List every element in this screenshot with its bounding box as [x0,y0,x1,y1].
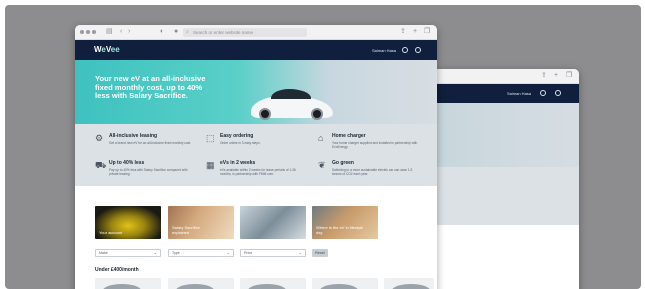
feature-title: All-inclusive leasing [109,133,158,139]
leaf-icon: ❦ [318,160,326,170]
feature-description: eVs available within 2 weeks for lease p… [220,168,296,176]
chevron-down-icon: ⌄ [298,250,302,255]
tile-salary-sacrifice-explained[interactable]: Salary Sacrifice explained [168,206,234,239]
price-filter-label: Price [244,251,253,255]
sidebar-icon[interactable]: ▤ [106,28,113,36]
features-strip: ⚙ All-inclusive leasing Get a brand new … [75,124,437,186]
site-logo[interactable]: WeVee [94,45,120,54]
new-tab-icon[interactable]: + [413,28,417,36]
close-window-button[interactable] [80,30,84,34]
minimize-window-button[interactable] [86,30,90,34]
browser-toolbar: ▤ ‹ › ◐ ● ⌕ Search or enter website name… [75,25,437,40]
globe-icon[interactable] [555,90,561,96]
hero-car-window [271,89,311,99]
share-icon[interactable]: ⇪ [400,28,406,36]
price-filter-select[interactable]: Price ⌄ [240,249,306,257]
forward-icon[interactable]: › [128,28,130,36]
car-image [392,284,430,289]
car-image [248,284,286,289]
search-icon: ⌕ [186,29,189,35]
tile-label: Salary Sacrifice explained [172,225,200,235]
type-filter-select[interactable]: Type ⌄ [168,249,234,257]
browser-window-front: ▤ ‹ › ◐ ● ⌕ Search or enter website name… [75,25,437,289]
new-tab-icon[interactable]: + [554,72,558,80]
hero-car-wheel-rear [311,108,323,120]
hero-banner: Your new eV at an all-inclusive fixed mo… [75,60,437,124]
site-favicon: ● [174,28,179,35]
calendar-icon: ▦ [206,160,215,170]
address-bar[interactable]: ⌕ Search or enter website name [183,28,307,37]
feature-description: Your home charger supplied and installed… [332,141,418,149]
user-icon[interactable] [402,47,408,53]
car-card[interactable] [95,278,161,289]
savings-icon: ⛟ [95,160,107,170]
tabs-overview-icon[interactable]: ❐ [424,28,430,36]
car-card[interactable] [312,278,378,289]
car-card[interactable] [168,278,234,289]
make-filter-select[interactable]: Make ⌄ [95,249,161,257]
tile-people-meeting[interactable] [240,206,306,239]
tile-label: Where is the eV in lifestyle day [316,225,364,235]
feature-title: eVs in 2 weeks [220,160,256,166]
logo-part: ee [110,45,120,54]
leasing-icon: ⚙ [95,133,104,143]
address-bar-placeholder: Search or enter website name [193,30,254,35]
car-card[interactable] [240,278,306,289]
charger-icon: ⌂ [318,133,324,143]
car-image [320,284,358,289]
share-icon[interactable]: ⇪ [541,72,547,80]
chevron-down-icon: ⌄ [153,250,157,255]
make-filter-label: Make [99,251,108,255]
car-card[interactable] [384,278,434,289]
hero-line: less with Salary Sacrifice. [95,91,188,101]
feature-title: Home charger [332,133,366,139]
site-navbar: WeVee Salman Hasa [75,40,437,60]
hero-car-wheel-front [259,108,271,120]
nav-user-name[interactable]: Salman Hasa [372,48,396,53]
back-icon[interactable]: ‹ [120,28,122,36]
feature-description: Switching to a more sustainable electric… [332,168,413,176]
feature-description: Order online in 3 easy steps. [220,141,261,145]
car-image [176,284,214,289]
tile-lifestyle[interactable]: Where is the eV in lifestyle day [312,206,378,239]
feature-title: Easy ordering [220,133,254,139]
feature-title: Up to 40% less [109,160,145,166]
screenshot-stage: ⇪ + ❐ Salman Hasa ⌂ Home charger Your ho… [5,5,641,289]
tabs-overview-icon[interactable]: ❐ [566,72,572,80]
feature-description: Get a brand new eV for an all-inclusive … [109,141,192,145]
feature-title: Go green [332,160,354,166]
feature-description: Pay up to 40% less with Salary Sacrifice… [109,168,188,176]
ordering-icon: ⬚ [206,133,215,143]
nav-user-name[interactable]: Salman Hasa [507,91,531,96]
reset-filters-button[interactable]: Reset [312,249,328,257]
zoom-window-button[interactable] [92,30,96,34]
globe-icon[interactable] [415,47,421,53]
hero-headline: Your new eV at an all-inclusive fixed mo… [95,74,205,101]
user-icon[interactable] [540,90,546,96]
tile-your-account[interactable]: Your account [95,206,161,239]
car-image [103,284,141,289]
privacy-report-icon[interactable]: ◐ [160,28,164,36]
chevron-down-icon: ⌄ [226,250,230,255]
section-title: Under £400/month [95,267,139,273]
tile-label: Your account [99,230,123,235]
type-filter-label: Type [172,251,180,255]
